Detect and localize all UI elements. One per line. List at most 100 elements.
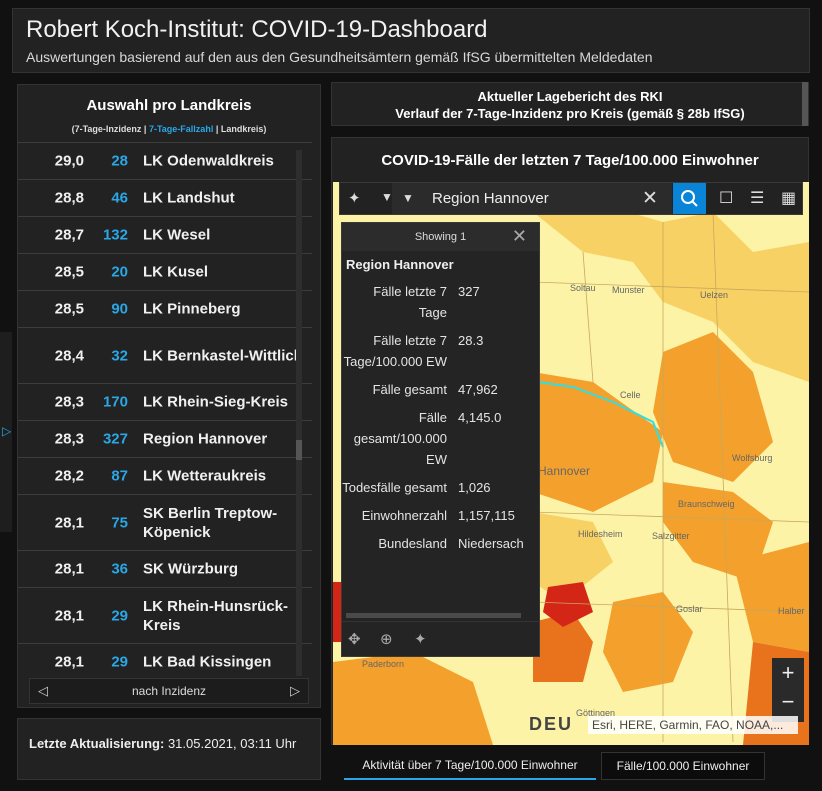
popup-close-icon[interactable]: ✕: [512, 226, 527, 247]
list-item[interactable]: 28,7 132 LK Wesel: [18, 216, 312, 253]
pan-icon[interactable]: ✥: [348, 630, 361, 648]
city-label: Wolfsburg: [732, 453, 773, 463]
list-item[interactable]: 28,5 90 LK Pinneberg: [18, 290, 312, 327]
popup-field-row: Fälle letzte 7 Tage 327: [342, 281, 538, 330]
select-feature-icon[interactable]: ✦: [414, 630, 427, 648]
list-item[interactable]: 28,3 170 LK Rhein-Sieg-Kreis: [18, 383, 312, 420]
incidence-value: 28,1: [54, 514, 84, 531]
field-key: Einwohnerzahl: [361, 508, 447, 523]
popup-field-row: Fälle letzte 7 Tage/100.000 EW 28.3: [342, 330, 538, 379]
case-count: 29: [111, 653, 128, 671]
popup-footer: ✥ ⊕ ✦: [342, 621, 539, 658]
legend-cases: 7-Tage-Fallzahl: [148, 124, 214, 134]
tab-activity-7-days[interactable]: Aktivität über 7 Tage/100.000 Einwohner: [344, 752, 596, 780]
zoom-out-button[interactable]: −: [772, 689, 804, 715]
incidence-value: 29,0: [54, 152, 84, 170]
list-scroll-thumb[interactable]: [296, 440, 302, 460]
list-icon[interactable]: ☰: [750, 188, 764, 208]
popup-field-row: Fälle gesamt/100.000 EW 4,145.0: [342, 407, 538, 477]
list-item[interactable]: 28,8 46 LK Landshut: [18, 179, 312, 216]
case-count: 46: [111, 189, 128, 207]
field-key: Fälle letzte 7 Tage: [373, 284, 447, 320]
city-label: Halber: [778, 606, 805, 616]
tab-cases-per-100k[interactable]: Fälle/100.000 Einwohner: [601, 752, 765, 780]
city-label: Goslar: [676, 604, 703, 614]
list-item[interactable]: 28,3 327 Region Hannover: [18, 420, 312, 457]
case-count: 90: [111, 300, 128, 318]
district-name: LK Wetteraukreis: [143, 467, 267, 485]
report-scrollbar[interactable]: [802, 82, 808, 126]
list-item[interactable]: 28,1 36 SK Würzburg: [18, 550, 312, 587]
incidence-value: 28,1: [54, 607, 84, 624]
select-feature-icon[interactable]: ✦: [348, 189, 361, 207]
field-key: Fälle gesamt/100.000 EW: [353, 410, 447, 467]
qr-code-icon[interactable]: ▦: [781, 188, 796, 208]
case-count: 87: [111, 467, 128, 485]
city-label: Uelzen: [700, 290, 729, 300]
search-button[interactable]: [673, 183, 706, 214]
list-item[interactable]: 28,5 20 LK Kusel: [18, 253, 312, 290]
city-label: Salzgitter: [652, 531, 690, 541]
field-value: 47,962: [458, 382, 498, 397]
list-item[interactable]: 28,2 87 LK Wetteraukreis: [18, 457, 312, 494]
popup-field-row: Bundesland Niedersach: [342, 533, 538, 561]
list-item[interactable]: 28,1 75 SK Berlin Treptow-Köpenick: [18, 494, 312, 550]
district-name: LK Bad Kissingen: [143, 653, 272, 671]
feature-popup: Showing 1 ✕ Region Hannover Fälle letzte…: [341, 222, 540, 657]
field-key: Todesfälle gesamt: [342, 480, 447, 495]
list-item[interactable]: 28,1 29 LK Rhein-Hunsrück-Kreis: [18, 587, 312, 643]
next-page-icon[interactable]: ▷: [290, 683, 300, 699]
bookmark-icon[interactable]: ☐: [719, 188, 733, 208]
map-title: COVID-19-Fälle der letzten 7 Tage/100.00…: [381, 152, 759, 169]
field-key: Bundesland: [378, 536, 447, 551]
popup-field-row: Fälle gesamt 47,962: [342, 379, 538, 407]
list-panel-title: Auswahl pro Landkreis: [86, 97, 252, 114]
district-list-panel: Auswahl pro Landkreis (7-Tage-Inzidenz |…: [17, 84, 321, 708]
incidence-trend-link[interactable]: Verlauf der 7-Tage-Inzidenz pro Kreis (g…: [332, 106, 808, 121]
list-scrollbar[interactable]: [296, 150, 302, 676]
field-value: 28.3: [458, 333, 484, 348]
legend-incidence: (7-Tage-Inzidenz |: [71, 124, 147, 134]
zoom-in-button[interactable]: +: [772, 660, 804, 686]
list-item[interactable]: 28,1 29 LK Bad Kissingen: [18, 643, 312, 680]
incidence-value: 28,7: [54, 226, 84, 244]
popup-count: Showing 1: [414, 231, 467, 243]
popup-field-row: Todesfälle gesamt 1,026: [342, 477, 538, 505]
district-name: SK Berlin Treptow-Köpenick: [143, 504, 278, 541]
incidence-value: 28,2: [54, 467, 84, 485]
city-label: Celle: [620, 390, 641, 400]
map-view[interactable]: Soltau Munster Uelzen Celle Hannover Wol…: [333, 182, 809, 745]
report-link[interactable]: Aktueller Lagebericht des RKI: [332, 89, 808, 104]
map-toolbar: ✦ ▼ ▼ ✕ ☐ ☰ ▦: [339, 182, 803, 215]
district-name: LK Rhein-Hunsrück-Kreis: [143, 597, 289, 634]
search-input[interactable]: [432, 187, 632, 209]
list-item[interactable]: 29,0 28 LK Odenwaldkreis: [18, 142, 312, 179]
city-label: Munster: [612, 285, 645, 295]
search-source-chevron-icon[interactable]: ▼: [402, 191, 414, 205]
report-box[interactable]: Aktueller Lagebericht des RKI Verlauf de…: [331, 82, 809, 126]
popup-title: Region Hannover: [346, 257, 454, 272]
district-name: Region Hannover: [143, 430, 268, 448]
search-icon: [681, 190, 698, 207]
case-count: 20: [111, 263, 128, 281]
incidence-value: 28,1: [54, 560, 84, 578]
map-attribution[interactable]: Esri, HERE, Garmin, FAO, NOAA,...: [588, 716, 798, 734]
search-box: ▼ ✕: [392, 183, 672, 214]
list-item[interactable]: 28,4 32 LK Bernkastel-Wittlich: [18, 327, 312, 383]
side-panel-toggle[interactable]: ▷: [0, 332, 12, 532]
case-count: 32: [111, 347, 128, 364]
popup-header: Showing 1 ✕: [342, 223, 539, 251]
zoom-to-icon[interactable]: ⊕: [380, 630, 393, 648]
last-update-box: Letzte Aktualisierung: 31.05.2021, 03:11…: [17, 718, 321, 780]
incidence-value: 28,4: [54, 347, 84, 364]
incidence-value: 28,5: [54, 300, 84, 318]
district-list: 29,0 28 LK Odenwaldkreis 28,8 46 LK Land…: [18, 142, 312, 680]
city-label: Soltau: [570, 283, 596, 293]
list-pager: ◁ nach Inzidenz ▷: [29, 678, 309, 704]
district-name: LK Rhein-Sieg-Kreis: [143, 393, 289, 411]
incidence-value: 28,5: [54, 263, 84, 281]
popup-horizontal-scrollbar[interactable]: [346, 613, 521, 618]
field-key: Fälle letzte 7 Tage/100.000 EW: [343, 333, 447, 369]
close-icon[interactable]: ✕: [642, 187, 658, 210]
map-panel: COVID-19-Fälle der letzten 7 Tage/100.00…: [331, 137, 809, 745]
